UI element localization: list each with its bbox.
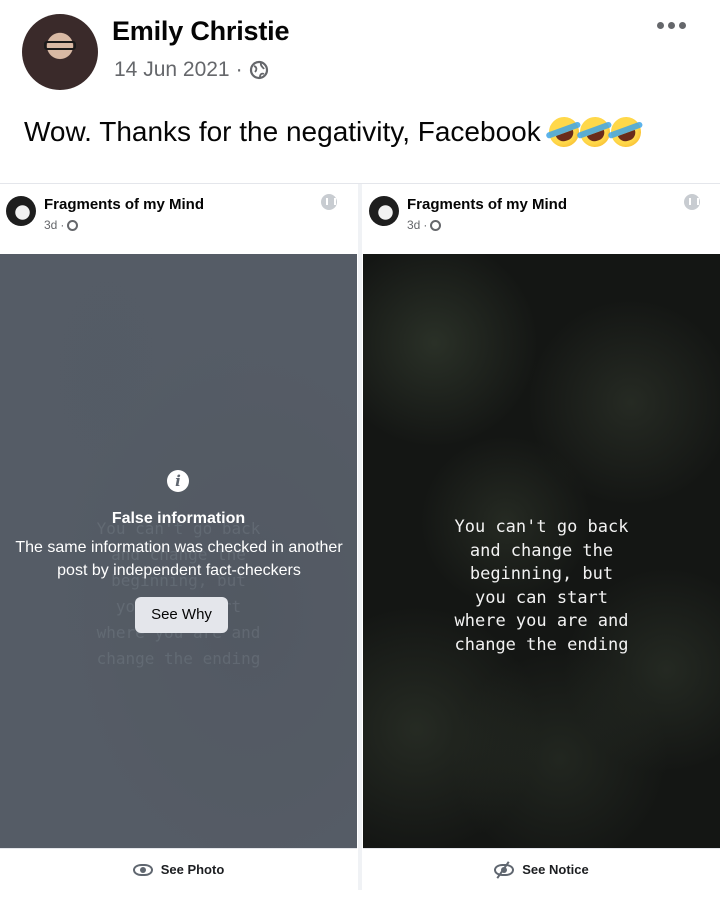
eye-off-icon bbox=[494, 863, 515, 876]
quote-photo[interactable]: You can't go back and change the beginni… bbox=[363, 254, 720, 848]
globe-icon bbox=[249, 60, 268, 80]
page-avatar[interactable] bbox=[369, 196, 399, 226]
insights-icon[interactable] bbox=[684, 194, 700, 210]
panel-divider bbox=[358, 184, 362, 890]
see-why-button[interactable]: See Why bbox=[135, 597, 228, 633]
page-name[interactable]: Fragments of my Mind bbox=[44, 196, 204, 213]
eye-icon bbox=[132, 863, 153, 876]
globe-icon bbox=[430, 219, 442, 231]
info-icon: i bbox=[167, 470, 189, 492]
meta-separator: · bbox=[423, 218, 428, 232]
post-meta: 14 Jun 2021 · bbox=[114, 58, 269, 82]
author-name[interactable]: Emily Christie bbox=[112, 16, 289, 47]
meta-separator: · bbox=[235, 58, 243, 81]
shared-post-header: Fragments of my Mind 3d · bbox=[0, 184, 357, 254]
shared-post-meta: 3d · bbox=[407, 218, 442, 232]
shared-post-meta: 3d · bbox=[44, 218, 79, 232]
see-notice-label: See Notice bbox=[522, 862, 589, 877]
flagged-post-screenshot: Fragments of my Mind 3d · You can't go b… bbox=[0, 184, 357, 890]
quote-text: You can't go back and change the beginni… bbox=[454, 517, 629, 655]
laughing-emoji-group bbox=[544, 112, 645, 152]
rolling-laughing-emoji-icon bbox=[606, 112, 645, 152]
post-date[interactable]: 14 Jun 2021 bbox=[114, 58, 230, 82]
more-options-icon[interactable] bbox=[657, 22, 686, 29]
original-post-screenshot: Fragments of my Mind 3d · You can't go b… bbox=[363, 184, 720, 890]
post-age: 3d bbox=[44, 218, 58, 232]
page-avatar[interactable] bbox=[6, 196, 36, 226]
warning-title: False information bbox=[111, 510, 246, 527]
post-message: Wow. Thanks for the negativity, Facebook bbox=[24, 116, 541, 147]
post-text: Wow. Thanks for the negativity, Facebook bbox=[24, 112, 645, 152]
see-notice-button[interactable]: See Notice bbox=[363, 848, 720, 890]
blurred-photo: You can't go back and change the beginni… bbox=[0, 254, 357, 848]
meta-separator: · bbox=[60, 218, 65, 232]
see-photo-label: See Photo bbox=[160, 862, 225, 877]
post-age: 3d bbox=[407, 218, 421, 232]
globe-icon bbox=[67, 219, 79, 231]
shared-post-header: Fragments of my Mind 3d · bbox=[363, 184, 720, 254]
see-photo-button[interactable]: See Photo bbox=[0, 848, 357, 890]
page-name[interactable]: Fragments of my Mind bbox=[407, 196, 567, 213]
warning-body: The same information was checked in anot… bbox=[15, 539, 343, 579]
author-avatar[interactable] bbox=[22, 14, 98, 90]
insights-icon[interactable] bbox=[321, 194, 337, 210]
